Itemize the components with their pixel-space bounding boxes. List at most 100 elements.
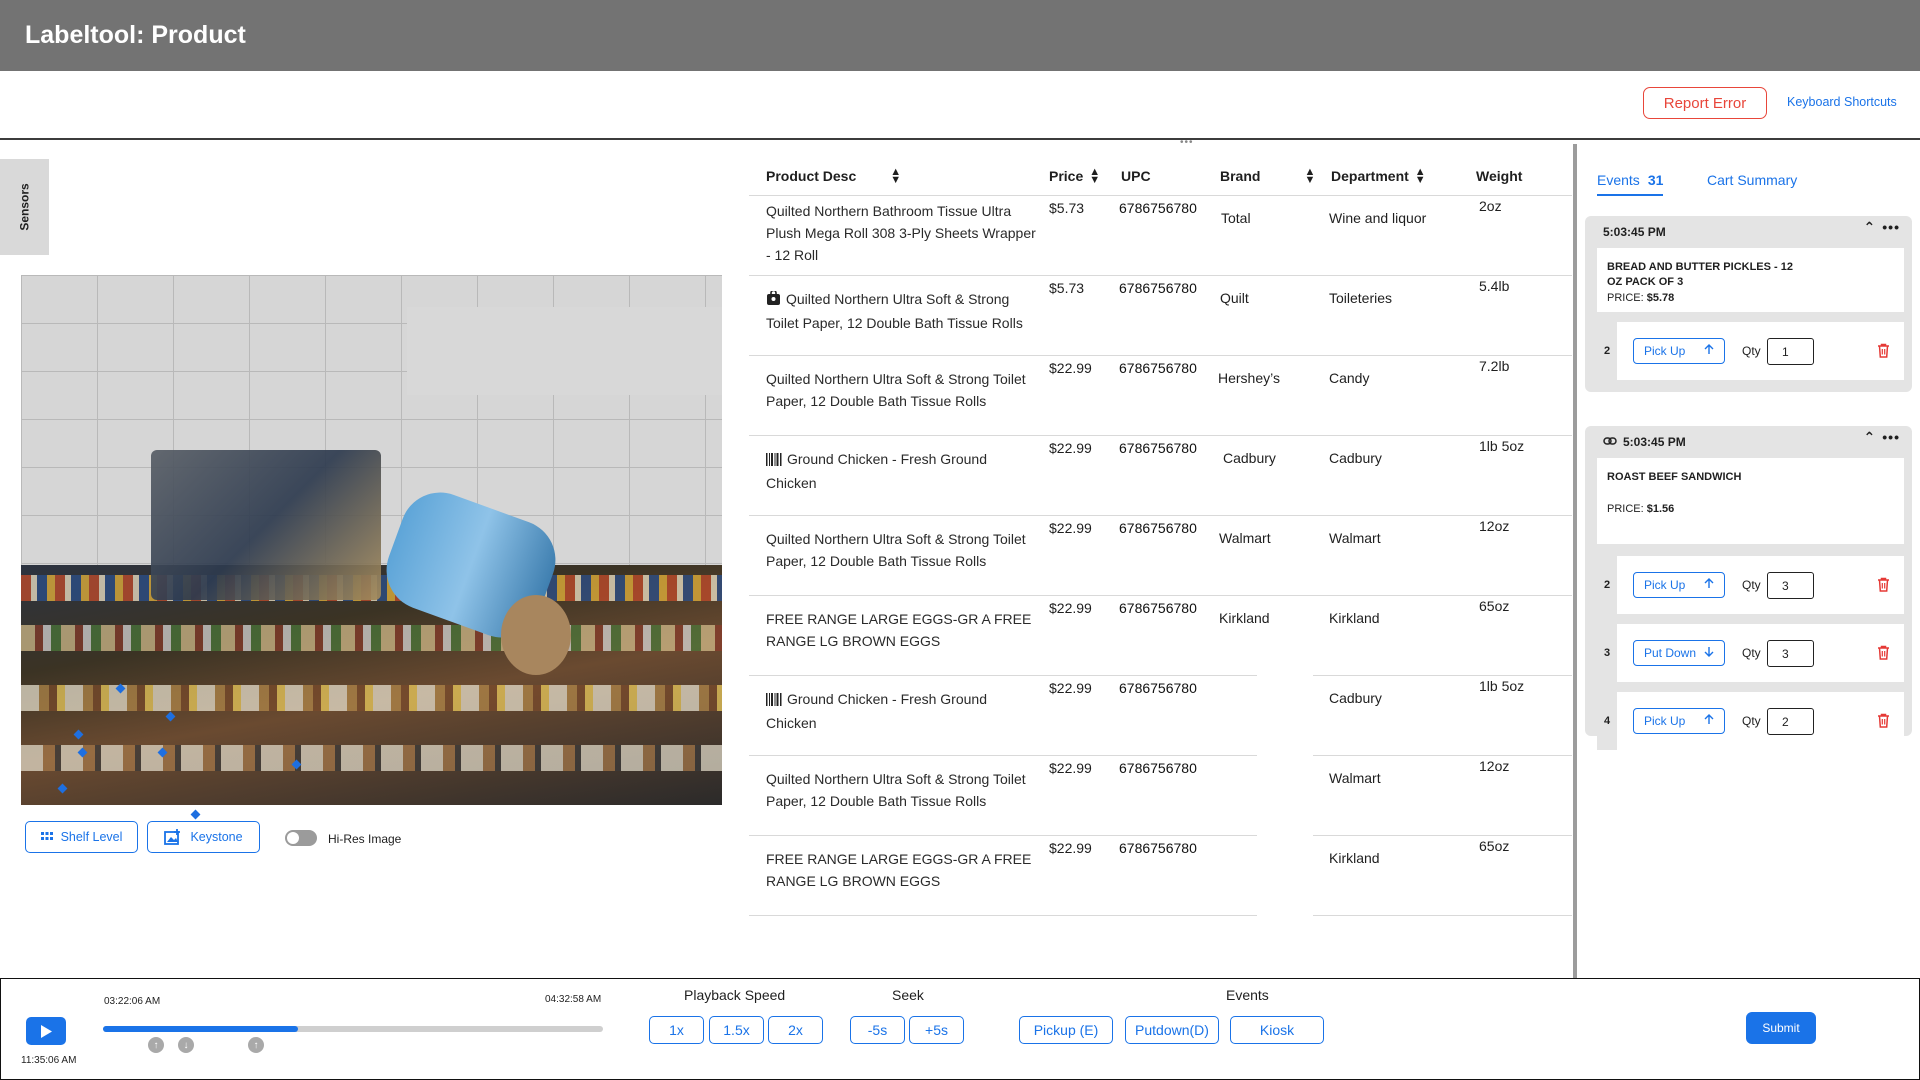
upc-cell: 6786756780 bbox=[1119, 200, 1197, 216]
product-desc-cell: Quilted Northern Ultra Soft & Strong Toi… bbox=[766, 528, 1041, 572]
speed-2x-button[interactable]: 2x bbox=[768, 1016, 823, 1044]
trash-icon[interactable] bbox=[1877, 343, 1890, 358]
upc-cell: 6786756780 bbox=[1119, 600, 1197, 616]
item-name: BREAD AND BUTTER PICKLES - 12 OZ PACK OF… bbox=[1607, 261, 1793, 288]
table-row[interactable]: Quilted Northern Ultra Soft & Strong Toi… bbox=[749, 756, 1572, 836]
more-icon[interactable]: ••• bbox=[1882, 219, 1900, 235]
grid-icon bbox=[40, 832, 53, 840]
upc-cell: 6786756780 bbox=[1119, 360, 1197, 376]
action-index: 2 bbox=[1597, 556, 1617, 614]
price-cell: $22.99 bbox=[1049, 840, 1092, 856]
table-row[interactable]: Quilted Northern Ultra Soft & Strong Toi… bbox=[749, 516, 1572, 596]
barcode-icon bbox=[766, 690, 782, 712]
table-row[interactable]: FREE RANGE LARGE EGGS-GR A FREE RANGE LG… bbox=[749, 836, 1572, 916]
product-desc-text: Quilted Northern Ultra Soft & Strong Toi… bbox=[766, 771, 1026, 809]
seek-title: Seek bbox=[892, 987, 924, 1003]
arrow-up-icon bbox=[1704, 578, 1714, 592]
column-price[interactable]: Price ▲ ▼ bbox=[1049, 167, 1100, 186]
play-button[interactable] bbox=[26, 1017, 66, 1045]
bag-icon bbox=[766, 289, 781, 312]
table-row[interactable]: Ground Chicken - Fresh Ground Chicken $22… bbox=[749, 436, 1572, 516]
seek-back-button[interactable]: -5s bbox=[850, 1016, 905, 1044]
event-card[interactable]: 5:03:45 PM ⌃ ••• ROAST BEEF SANDWICH PRICE: … bbox=[1585, 426, 1912, 750]
pickup-event-button[interactable]: Pickup (E) bbox=[1019, 1016, 1113, 1044]
timeline-track[interactable] bbox=[103, 1026, 603, 1032]
weight-cell: 12oz bbox=[1479, 758, 1510, 774]
chevron-up-icon[interactable]: ⌃ bbox=[1864, 219, 1877, 235]
column-brand[interactable]: Brand ▲ ▼ bbox=[1220, 167, 1315, 186]
table-row[interactable]: Quilted Northern Ultra Soft & Strong Toi… bbox=[749, 276, 1572, 356]
hi-res-toggle[interactable] bbox=[285, 830, 317, 846]
pick-up-button[interactable]: Pick Up bbox=[1633, 572, 1725, 598]
qty-input[interactable]: 2 bbox=[1767, 708, 1814, 735]
speed-1x-button[interactable]: 1x bbox=[649, 1016, 704, 1044]
putdown-event-button[interactable]: Putdown(D) bbox=[1125, 1016, 1219, 1044]
keystone-label: Keystone bbox=[190, 830, 243, 844]
item-price: PRICE: $5.78 bbox=[1607, 292, 1894, 304]
arrow-down-icon bbox=[1704, 646, 1714, 660]
brand-cell: Quilt bbox=[1220, 290, 1249, 306]
chevron-up-icon[interactable]: ⌃ bbox=[1864, 429, 1877, 445]
column-product-desc[interactable]: Product Desc ▲ ▼ bbox=[766, 167, 901, 186]
keystone-button[interactable]: Keystone bbox=[147, 821, 260, 853]
action-label: Put Down bbox=[1644, 646, 1697, 660]
table-row[interactable]: FREE RANGE LARGE EGGS-GR A FREE RANGE LG… bbox=[749, 596, 1572, 676]
end-time: 04:32:58 AM bbox=[545, 994, 602, 1005]
timeline-pickup-marker-icon[interactable]: ↑ bbox=[248, 1037, 264, 1053]
timeline-putdown-marker-icon[interactable]: ↓ bbox=[178, 1037, 194, 1053]
action-label: Pick Up bbox=[1644, 344, 1686, 358]
table-row[interactable]: Quilted Northern Ultra Soft & Strong Toi… bbox=[749, 356, 1572, 436]
price-label: PRICE: bbox=[1607, 503, 1644, 515]
weight-cell: 1lb 5oz bbox=[1479, 678, 1525, 694]
column-department[interactable]: Department ▲ ▼ bbox=[1331, 167, 1426, 186]
more-icon[interactable]: ••• bbox=[1882, 429, 1900, 445]
table-row[interactable]: Quilted Northern Bathroom Tissue Ultra P… bbox=[749, 196, 1572, 276]
sort-icon[interactable]: ▲ ▼ bbox=[1089, 167, 1100, 186]
camera-image[interactable] bbox=[21, 275, 722, 805]
column-label: Brand bbox=[1220, 168, 1261, 184]
pick-up-button[interactable]: Pick Up bbox=[1633, 708, 1725, 734]
put-down-button[interactable]: Put Down bbox=[1633, 640, 1725, 666]
sort-icon[interactable]: ▲ ▼ bbox=[890, 167, 901, 186]
pick-up-button[interactable]: Pick Up bbox=[1633, 338, 1725, 364]
trash-icon[interactable] bbox=[1877, 713, 1890, 728]
sort-icon[interactable]: ▲ ▼ bbox=[1415, 167, 1426, 186]
qty-input[interactable]: 3 bbox=[1767, 572, 1814, 599]
table-row[interactable]: Ground Chicken - Fresh Ground Chicken $22… bbox=[749, 676, 1572, 756]
department-cell: Walmart bbox=[1329, 770, 1381, 786]
tab-cart-summary[interactable]: Cart Summary bbox=[1707, 172, 1797, 188]
price-value: $5.78 bbox=[1646, 292, 1675, 304]
column-label: Product Desc bbox=[766, 168, 857, 184]
action-index: 3 bbox=[1597, 624, 1617, 682]
department-cell: Kirkland bbox=[1329, 850, 1380, 866]
link-icon bbox=[1603, 435, 1617, 449]
event-card[interactable]: 5:03:45 PM ⌃ ••• BREAD AND BUTTER PICKLES -… bbox=[1585, 216, 1912, 392]
trash-icon[interactable] bbox=[1877, 577, 1890, 592]
timeline-pickup-marker-icon[interactable]: ↑ bbox=[148, 1037, 164, 1053]
qty-input[interactable]: 1 bbox=[1767, 338, 1814, 365]
camera-redaction-box bbox=[407, 307, 722, 395]
kiosk-event-button[interactable]: Kiosk bbox=[1230, 1016, 1324, 1044]
product-desc-cell: Quilted Northern Ultra Soft & Strong Toi… bbox=[766, 288, 1041, 334]
sort-icon[interactable]: ▲ ▼ bbox=[1304, 167, 1315, 186]
trash-icon[interactable] bbox=[1877, 645, 1890, 660]
speed-1-5x-button[interactable]: 1.5x bbox=[709, 1016, 764, 1044]
brand-cell: Cadbury bbox=[1223, 450, 1276, 466]
report-error-button[interactable]: Report Error bbox=[1643, 87, 1767, 119]
keystone-point[interactable] bbox=[190, 809, 201, 820]
submit-button[interactable]: Submit bbox=[1746, 1012, 1816, 1044]
video-player: 11:35:06 AM 03:22:06 AM 04:32:58 AM ↑ ↓ … bbox=[0, 978, 1920, 1080]
sensors-tab[interactable]: Sensors bbox=[0, 159, 49, 255]
product-desc-cell: Ground Chicken - Fresh Ground Chicken bbox=[766, 448, 1041, 494]
product-desc-text: Quilted Northern Ultra Soft & Strong Toi… bbox=[766, 291, 1023, 331]
price-label: PRICE: bbox=[1607, 292, 1644, 304]
event-action-row: 2 Pick Up Qty 3 bbox=[1597, 556, 1904, 614]
shelf-level-button[interactable]: Shelf Level bbox=[25, 821, 138, 853]
tab-events[interactable]: Events 31 bbox=[1597, 172, 1664, 196]
qty-input[interactable]: 3 bbox=[1767, 640, 1814, 667]
hi-res-label: Hi-Res Image bbox=[328, 832, 402, 846]
keyboard-shortcuts-link[interactable]: Keyboard Shortcuts bbox=[1787, 95, 1897, 109]
row-divider bbox=[749, 915, 1257, 916]
resize-handle[interactable]: ••• bbox=[1180, 137, 1194, 148]
seek-forward-button[interactable]: +5s bbox=[909, 1016, 964, 1044]
